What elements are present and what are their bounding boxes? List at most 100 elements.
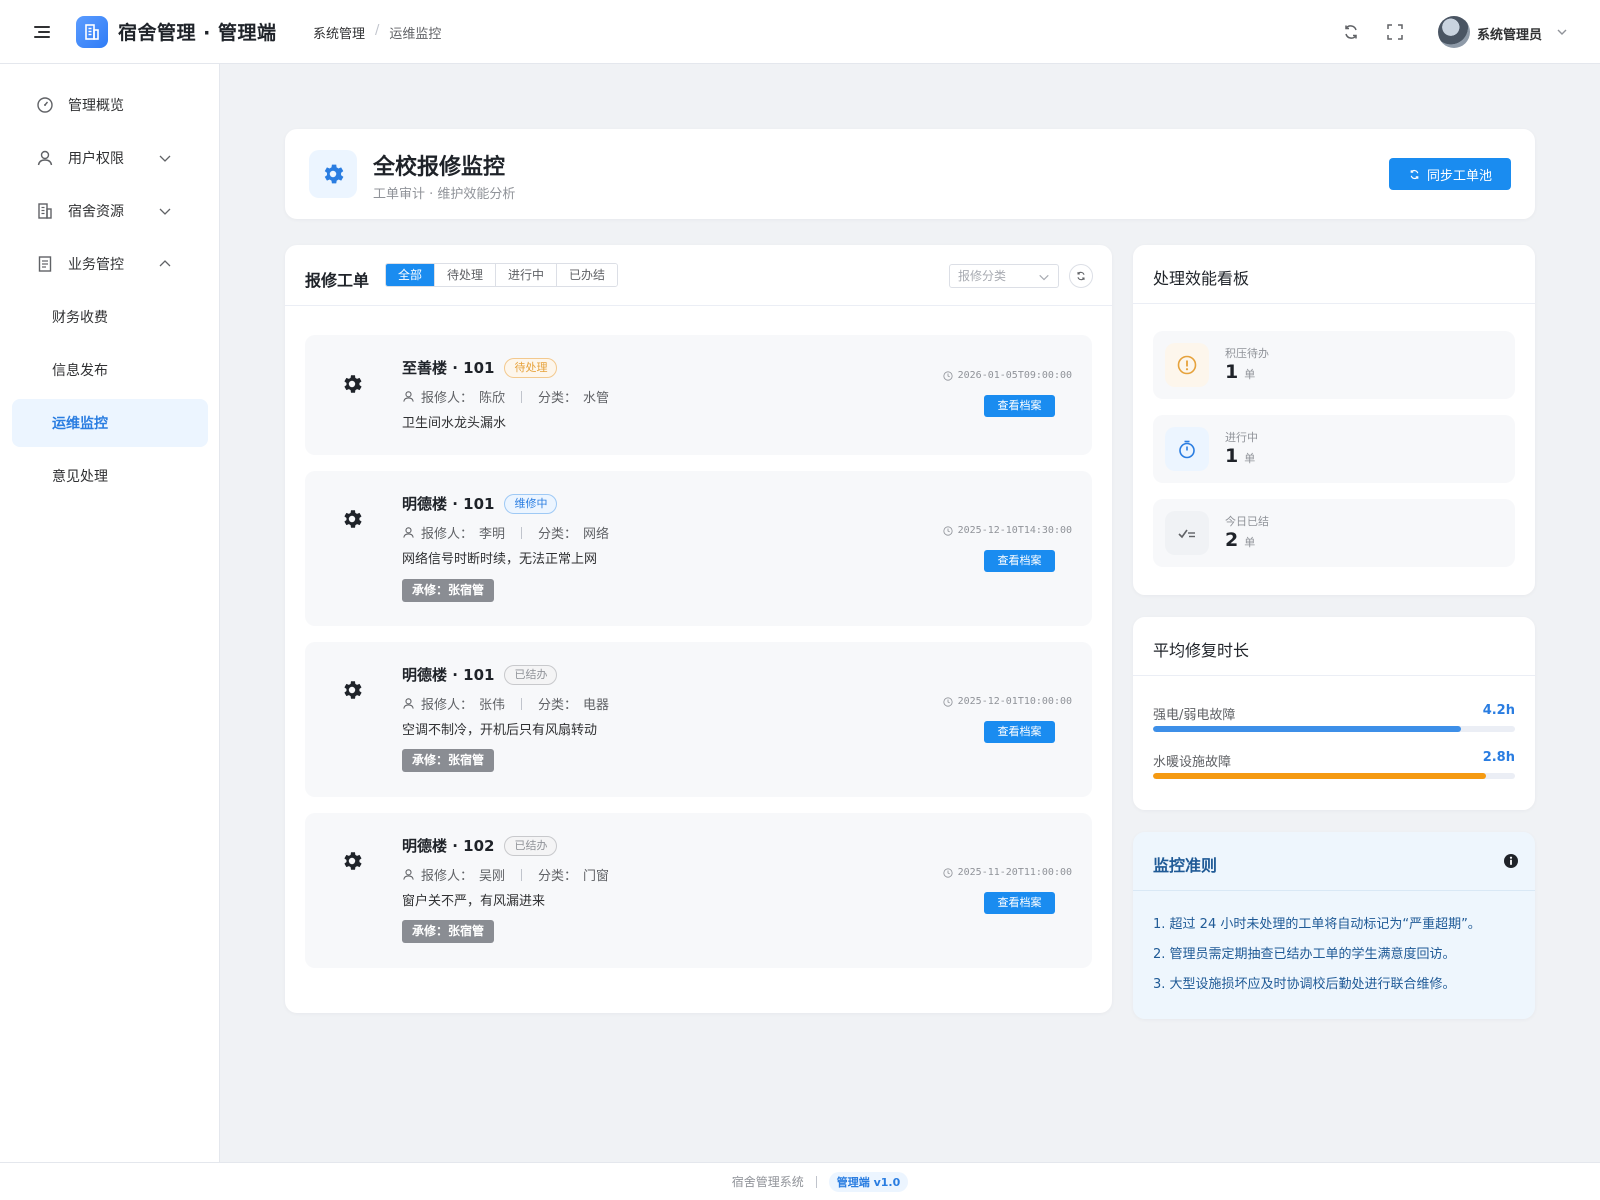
fullscreen-icon[interactable] <box>1385 22 1405 42</box>
refresh-icon <box>1077 271 1085 281</box>
order-room-text: 明德楼 · 102 <box>402 837 495 855</box>
order-item[interactable]: 明德楼 · 101 维修中 报修人： 李明 分类： 网络 网络信号时断时续，无法… <box>305 471 1092 626</box>
avg-repair-time-card: 平均修复时长 强电/弱电故障 4.2h 水暖设施故障 2.8h <box>1133 617 1535 810</box>
username[interactable]: 系统管理员 <box>1477 24 1542 43</box>
sidebar-item-business-control[interactable]: 业务管控 <box>12 240 208 288</box>
category-label: 分类： <box>538 391 578 406</box>
tab-all[interactable]: 全部 <box>386 264 435 286</box>
view-record-button[interactable]: 查看档案 <box>984 721 1055 743</box>
category-value: 电器 <box>583 698 610 713</box>
logo-icon <box>76 16 108 48</box>
sidebar-item-label: 管理概览 <box>68 98 124 114</box>
view-record-button[interactable]: 查看档案 <box>984 892 1055 914</box>
sync-orders-label: 同步工单池 <box>1426 168 1492 184</box>
user-icon <box>403 527 414 538</box>
order-time: 2026-01-05T09:00:00 <box>943 370 1072 381</box>
repairer-badge: 承修：张宿管 <box>402 749 495 772</box>
page-header-card: 全校报修监控 工单审计 · 维护效能分析 同步工单池 <box>285 129 1535 219</box>
clock-icon <box>943 525 953 536</box>
stat-value-number: 1 <box>1225 445 1239 467</box>
reporter-name: 陈欣 <box>479 391 506 406</box>
stat-backlog: 积压待办 1单 <box>1153 331 1515 399</box>
stat-closed-today: 今日已结 2单 <box>1153 499 1515 567</box>
order-room-text: 明德楼 · 101 <box>402 495 495 513</box>
tab-in-progress[interactable]: 进行中 <box>495 264 557 286</box>
footer-separator <box>815 1175 817 1188</box>
sidebar-item-label: 宿舍资源 <box>68 204 124 220</box>
sidebar-item-ops-monitor[interactable]: 运维监控 <box>12 399 208 447</box>
sync-orders-button[interactable]: 同步工单池 <box>1389 158 1511 190</box>
clock-icon <box>943 696 953 707</box>
view-record-button[interactable]: 查看档案 <box>984 395 1055 417</box>
rule-item: 2. 管理员需定期抽查已结办工单的学生满意度回访。 <box>1153 947 1456 962</box>
breadcrumb-separator: / <box>375 23 380 38</box>
category-label: 分类： <box>538 869 578 884</box>
order-meta: 报修人： 吴刚 分类： 门窗 <box>402 865 609 884</box>
view-record-button[interactable]: 查看档案 <box>984 550 1055 572</box>
gear-icon <box>340 849 364 873</box>
user-icon <box>36 149 54 167</box>
category-select[interactable]: 报修分类 <box>949 264 1059 288</box>
sidebar-item-feedback[interactable]: 意见处理 <box>12 452 208 500</box>
repair-time-value: 2.8h <box>1482 750 1515 765</box>
rules-list: 1. 超过 24 小时未处理的工单将自动标记为“严重超期”。 2. 管理员需定期… <box>1153 910 1481 1000</box>
sidebar-item-label: 运维监控 <box>52 416 108 432</box>
page-title: 全校报修监控 <box>373 155 506 180</box>
order-description: 窗户关不严，有风漏进来 <box>402 894 546 909</box>
divider <box>1133 890 1535 891</box>
avatar[interactable] <box>1438 16 1470 48</box>
sidebar-item-label: 业务管控 <box>68 257 124 273</box>
order-item[interactable]: 明德楼 · 102 已结办 报修人： 吴刚 分类： 门窗 窗户关不严，有风漏进来… <box>305 813 1092 968</box>
progress-track <box>1153 726 1515 732</box>
stat-in-progress: 进行中 1单 <box>1153 415 1515 483</box>
sidebar: 管理概览 用户权限 宿舍资源 业务管控 财务收费 信息发布 运维监控 意见处理 <box>0 64 220 1162</box>
gear-icon <box>340 372 364 396</box>
reporter-label: 报修人： <box>421 391 474 406</box>
order-item[interactable]: 明德楼 · 101 已结办 报修人： 张伟 分类： 电器 空调不制冷，开机后只有… <box>305 642 1092 797</box>
status-badge: 已结办 <box>504 835 558 856</box>
breadcrumb-item-system[interactable]: 系统管理 <box>313 23 365 42</box>
order-meta: 报修人： 张伟 分类： 电器 <box>402 694 609 713</box>
check-list-icon <box>1165 511 1209 555</box>
refresh-icon[interactable] <box>1341 22 1361 42</box>
repairer-badge: 承修：张宿管 <box>402 579 495 602</box>
orders-title: 报修工单 <box>305 271 370 290</box>
order-description: 卫生间水龙头漏水 <box>402 416 507 431</box>
status-badge: 待处理 <box>504 357 558 378</box>
tab-pending[interactable]: 待处理 <box>434 264 496 286</box>
repairer-badge: 承修：张宿管 <box>402 920 495 943</box>
chevron-down-icon[interactable] <box>1555 24 1569 38</box>
order-room-text: 至善楼 · 101 <box>402 359 495 377</box>
stat-label: 积压待办 <box>1225 347 1269 360</box>
stat-value-number: 1 <box>1225 361 1239 383</box>
order-room-text: 明德楼 · 101 <box>402 666 495 684</box>
tab-completed[interactable]: 已办结 <box>556 264 618 286</box>
category-label: 分类： <box>538 698 578 713</box>
gear-icon <box>340 678 364 702</box>
breadcrumb-item-current: 运维监控 <box>389 27 442 42</box>
order-time-text: 2025-12-10T14:30:00 <box>957 525 1072 536</box>
order-item[interactable]: 至善楼 · 101 待处理 报修人： 陈欣 分类： 水管 卫生间水龙头漏水 20… <box>305 335 1092 455</box>
sidebar-item-user-permissions[interactable]: 用户权限 <box>12 134 208 182</box>
stat-unit: 单 <box>1244 536 1256 549</box>
menu-toggle-icon[interactable] <box>32 22 52 42</box>
sidebar-item-announcements[interactable]: 信息发布 <box>12 346 208 394</box>
status-badge: 已结办 <box>504 664 558 685</box>
sidebar-item-overview[interactable]: 管理概览 <box>12 81 208 129</box>
monitoring-rules-card: 监控准则 1. 超过 24 小时未处理的工单将自动标记为“严重超期”。 2. 管… <box>1133 832 1535 1019</box>
category-value: 水管 <box>583 391 610 406</box>
sidebar-item-dorm-resources[interactable]: 宿舍资源 <box>12 187 208 235</box>
stat-unit: 单 <box>1244 452 1256 465</box>
divider <box>1133 675 1535 676</box>
refresh-list-button[interactable] <box>1069 264 1093 288</box>
rules-title: 监控准则 <box>1153 856 1218 875</box>
stat-label: 今日已结 <box>1225 515 1269 528</box>
info-icon[interactable] <box>1503 853 1519 869</box>
reporter-label: 报修人： <box>421 527 474 542</box>
order-room: 至善楼 · 101 待处理 <box>402 357 558 378</box>
sidebar-item-finance[interactable]: 财务收费 <box>12 293 208 341</box>
order-room: 明德楼 · 101 维修中 <box>402 493 558 514</box>
category-value: 网络 <box>583 527 610 542</box>
chevron-down-icon <box>158 151 172 165</box>
status-badge: 维修中 <box>504 493 558 514</box>
